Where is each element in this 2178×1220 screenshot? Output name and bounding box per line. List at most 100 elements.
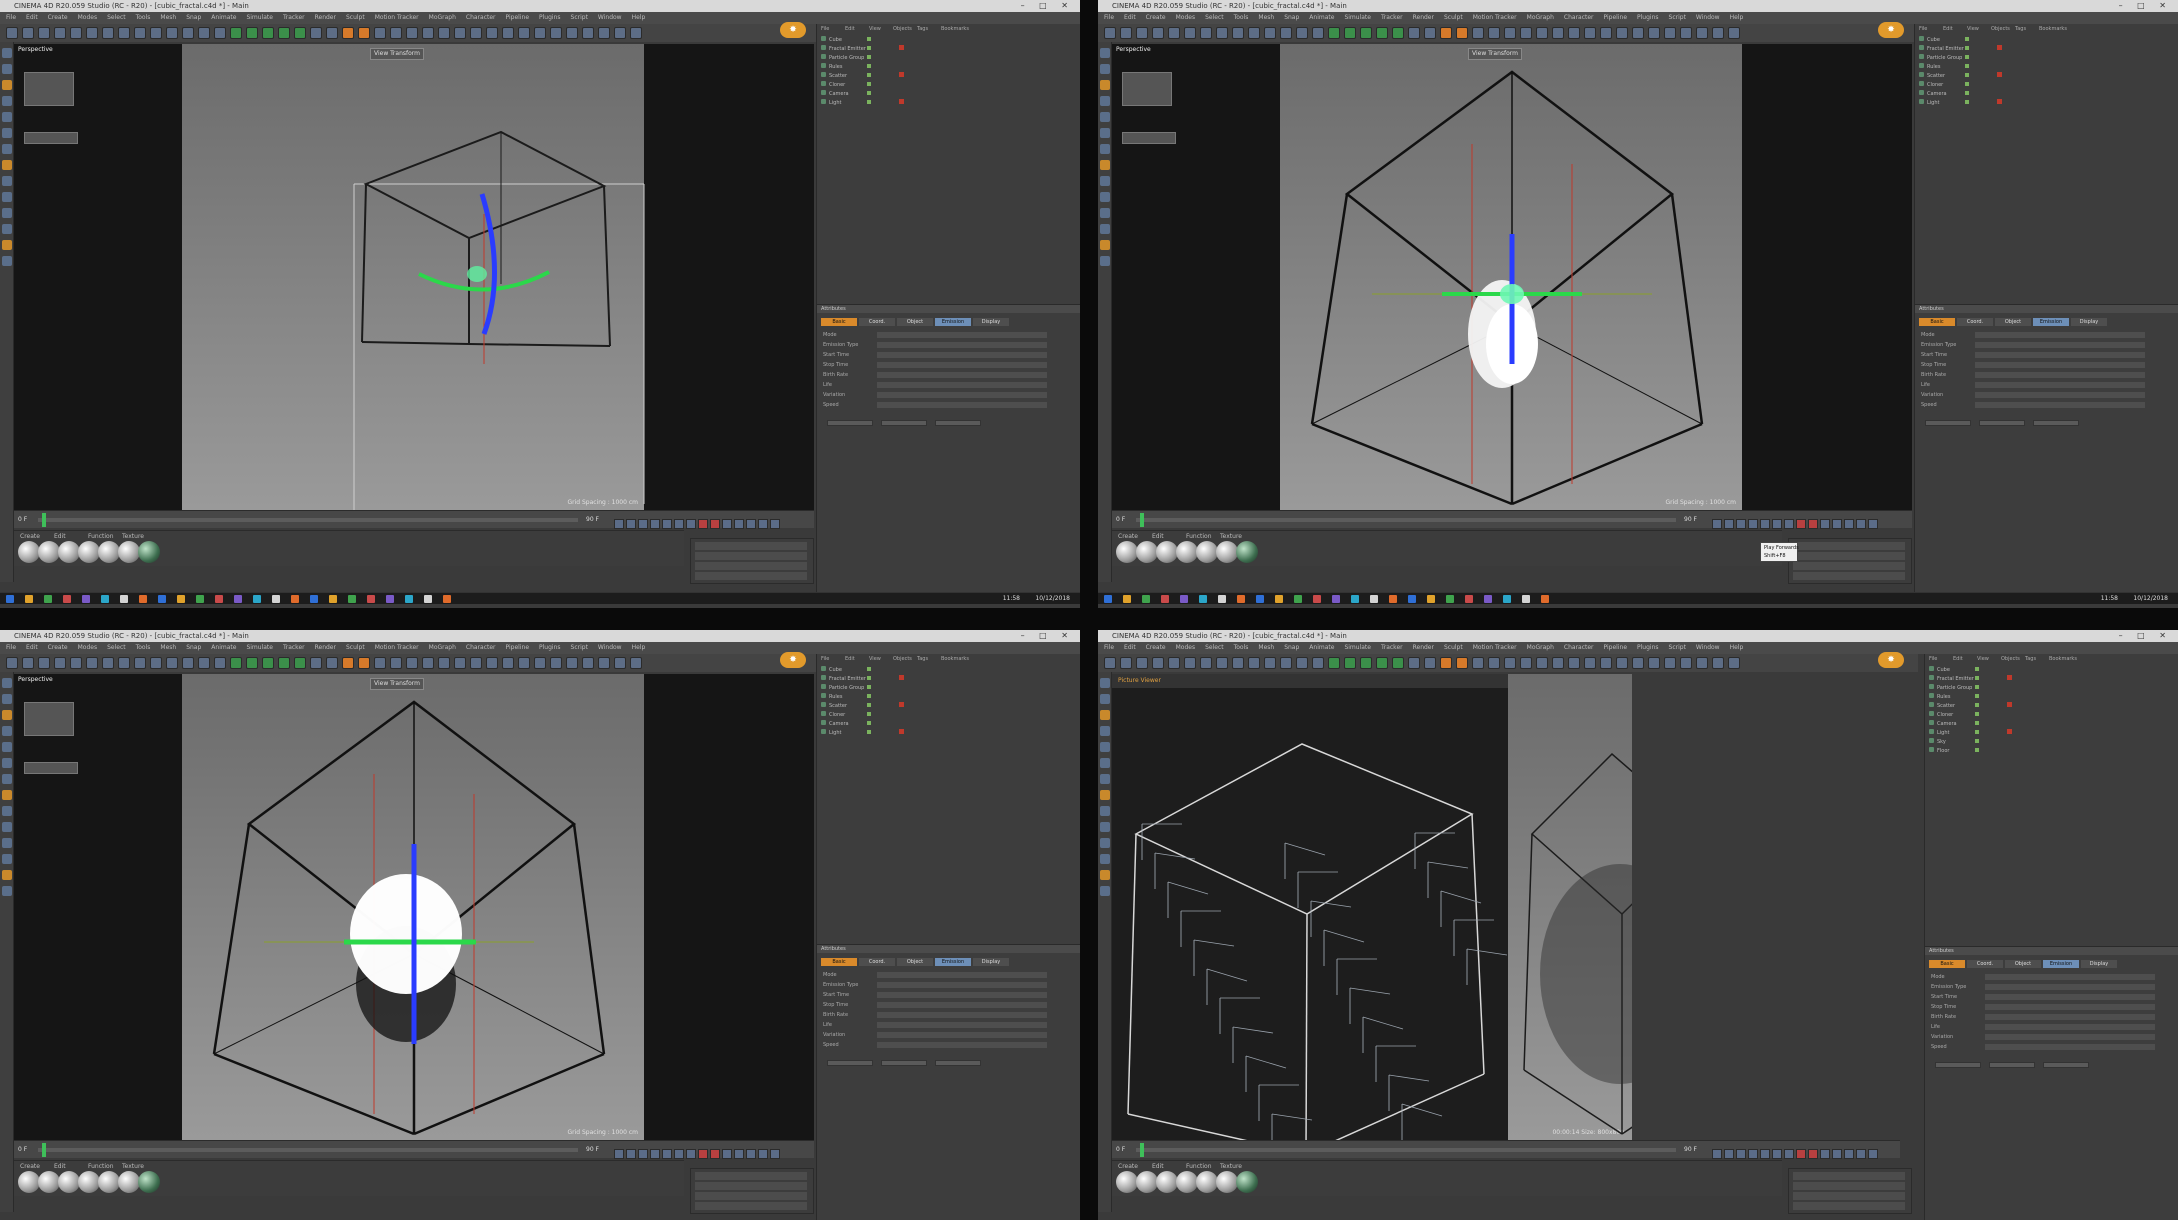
taskbar-app-icon[interactable]	[82, 595, 90, 603]
attribute-value-field[interactable]	[877, 1042, 1047, 1048]
object-tree-item[interactable]: Floor	[1929, 747, 2149, 754]
mode-tool-icon[interactable]	[2, 256, 12, 266]
visibility-check-icon[interactable]	[1975, 748, 1979, 752]
toolbar-button-icon[interactable]	[486, 657, 498, 669]
mode-tool-icon[interactable]	[1100, 208, 1110, 218]
playback-button-icon[interactable]	[1748, 1149, 1758, 1159]
material-swatch[interactable]	[1236, 541, 1258, 563]
toolbar-button-icon[interactable]	[1376, 27, 1388, 39]
object-tree-item[interactable]: Fractal Emitter	[821, 45, 1041, 52]
menu-item[interactable]: Help	[1730, 644, 1744, 651]
menu-item[interactable]: Animate	[1309, 14, 1334, 21]
playback-button-icon[interactable]	[722, 1149, 732, 1159]
mode-tool-icon[interactable]	[1100, 64, 1110, 74]
playback-button-icon[interactable]	[1856, 519, 1866, 529]
material-swatch[interactable]	[58, 541, 80, 563]
object-manager-menu[interactable]: View	[1977, 656, 1989, 662]
attributes-tab[interactable]: Object	[897, 958, 933, 966]
taskbar-app-icon[interactable]	[1180, 595, 1188, 603]
attribute-action-button[interactable]	[1989, 1062, 2035, 1068]
toolbar-button-icon[interactable]	[438, 27, 450, 39]
toolbar-button-icon[interactable]	[118, 27, 130, 39]
menu-item[interactable]: File	[6, 14, 16, 21]
taskbar-app-icon[interactable]	[63, 595, 71, 603]
toolbar-button-icon[interactable]	[230, 657, 242, 669]
material-swatch[interactable]	[1176, 541, 1198, 563]
toolbar-button-icon[interactable]	[1440, 657, 1452, 669]
playback-button-icon[interactable]	[1736, 1149, 1746, 1159]
mode-tool-icon[interactable]	[2, 678, 12, 688]
toolbar-button-icon[interactable]	[1520, 657, 1532, 669]
toolbar-button-icon[interactable]	[294, 27, 306, 39]
taskbar-app-icon[interactable]	[291, 595, 299, 603]
toolbar-button-icon[interactable]	[1104, 657, 1116, 669]
toolbar-button-icon[interactable]	[374, 27, 386, 39]
coordinate-field[interactable]	[695, 1192, 808, 1200]
taskbar-app-icon[interactable]	[1123, 595, 1131, 603]
attribute-action-button[interactable]	[827, 1060, 873, 1066]
attributes-tab[interactable]: Display	[973, 958, 1009, 966]
attributes-tab[interactable]: Emission	[935, 318, 971, 326]
toolbar-button-icon[interactable]	[198, 657, 210, 669]
timeline-playhead[interactable]	[1140, 1143, 1144, 1157]
object-manager-menu[interactable]: Objects	[2001, 656, 2020, 662]
playback-button-icon[interactable]	[614, 519, 624, 529]
attribute-value-field[interactable]	[1985, 1044, 2155, 1050]
attribute-value-field[interactable]	[877, 362, 1047, 368]
toolbar-button-icon[interactable]	[166, 27, 178, 39]
toolbar-button-icon[interactable]	[518, 27, 530, 39]
menu-item[interactable]: Pipeline	[1604, 14, 1627, 21]
toolbar-button-icon[interactable]	[1536, 27, 1548, 39]
mode-tool-icon[interactable]	[1100, 822, 1110, 832]
object-tag-icon[interactable]	[899, 99, 904, 104]
toolbar-button-icon[interactable]	[518, 657, 530, 669]
attribute-value-field[interactable]	[1985, 974, 2155, 980]
menu-item[interactable]: Character	[1564, 644, 1594, 651]
toolbar-button-icon[interactable]	[38, 27, 50, 39]
menu-item[interactable]: Mesh	[1258, 14, 1274, 21]
attributes-tab[interactable]: Coord.	[859, 958, 895, 966]
toolbar-button-icon[interactable]	[70, 657, 82, 669]
coordinate-field[interactable]	[1793, 1182, 1906, 1190]
taskbar-app-icon[interactable]	[1256, 595, 1264, 603]
object-tree-item[interactable]: Cube	[821, 666, 1041, 673]
playback-button-icon[interactable]	[1868, 519, 1878, 529]
material-swatch[interactable]	[1176, 1171, 1198, 1193]
playback-button-icon[interactable]	[650, 519, 660, 529]
toolbar-button-icon[interactable]	[310, 27, 322, 39]
playback-button-icon[interactable]	[1808, 1149, 1818, 1159]
menu-item[interactable]: Character	[1564, 14, 1594, 21]
timeline-playhead[interactable]	[42, 1143, 46, 1157]
toolbar-button-icon[interactable]	[70, 27, 82, 39]
taskbar-app-icon[interactable]	[1370, 595, 1378, 603]
toolbar-button-icon[interactable]	[1344, 657, 1356, 669]
menu-item[interactable]: Snap	[1284, 14, 1299, 21]
mode-tool-icon[interactable]	[2, 96, 12, 106]
toolbar-button-icon[interactable]	[326, 657, 338, 669]
mode-tool-icon[interactable]	[2, 758, 12, 768]
object-tree-item[interactable]: Light	[1919, 99, 2139, 106]
playback-button-icon[interactable]	[722, 519, 732, 529]
taskbar-app-icon[interactable]	[272, 595, 280, 603]
object-tree-item[interactable]: Particle Group	[1929, 684, 2149, 691]
visibility-check-icon[interactable]	[1975, 694, 1979, 698]
taskbar-app-icon[interactable]	[234, 595, 242, 603]
menu-item[interactable]: Create	[48, 644, 68, 651]
menu-item[interactable]: Tools	[1234, 644, 1249, 651]
visibility-check-icon[interactable]	[867, 676, 871, 680]
attribute-value-field[interactable]	[1985, 1004, 2155, 1010]
attribute-value-field[interactable]	[1975, 402, 2145, 408]
toolbar-button-icon[interactable]	[1248, 27, 1260, 39]
menu-item[interactable]: Motion Tracker	[1473, 644, 1517, 651]
object-tree-item[interactable]: Light	[821, 729, 1041, 736]
object-manager-menu[interactable]: Edit	[1943, 26, 1953, 32]
menu-item[interactable]: Plugins	[539, 644, 561, 651]
toolbar-button-icon[interactable]	[470, 657, 482, 669]
mode-tool-icon[interactable]	[2, 208, 12, 218]
menu-item[interactable]: Snap	[1284, 644, 1299, 651]
mode-tool-icon[interactable]	[2, 160, 12, 170]
playback-button-icon[interactable]	[1724, 519, 1734, 529]
toolbar-button-icon[interactable]	[1360, 657, 1372, 669]
object-tree-item[interactable]: Fractal Emitter	[1919, 45, 2139, 52]
toolbar-button-icon[interactable]	[1728, 657, 1740, 669]
